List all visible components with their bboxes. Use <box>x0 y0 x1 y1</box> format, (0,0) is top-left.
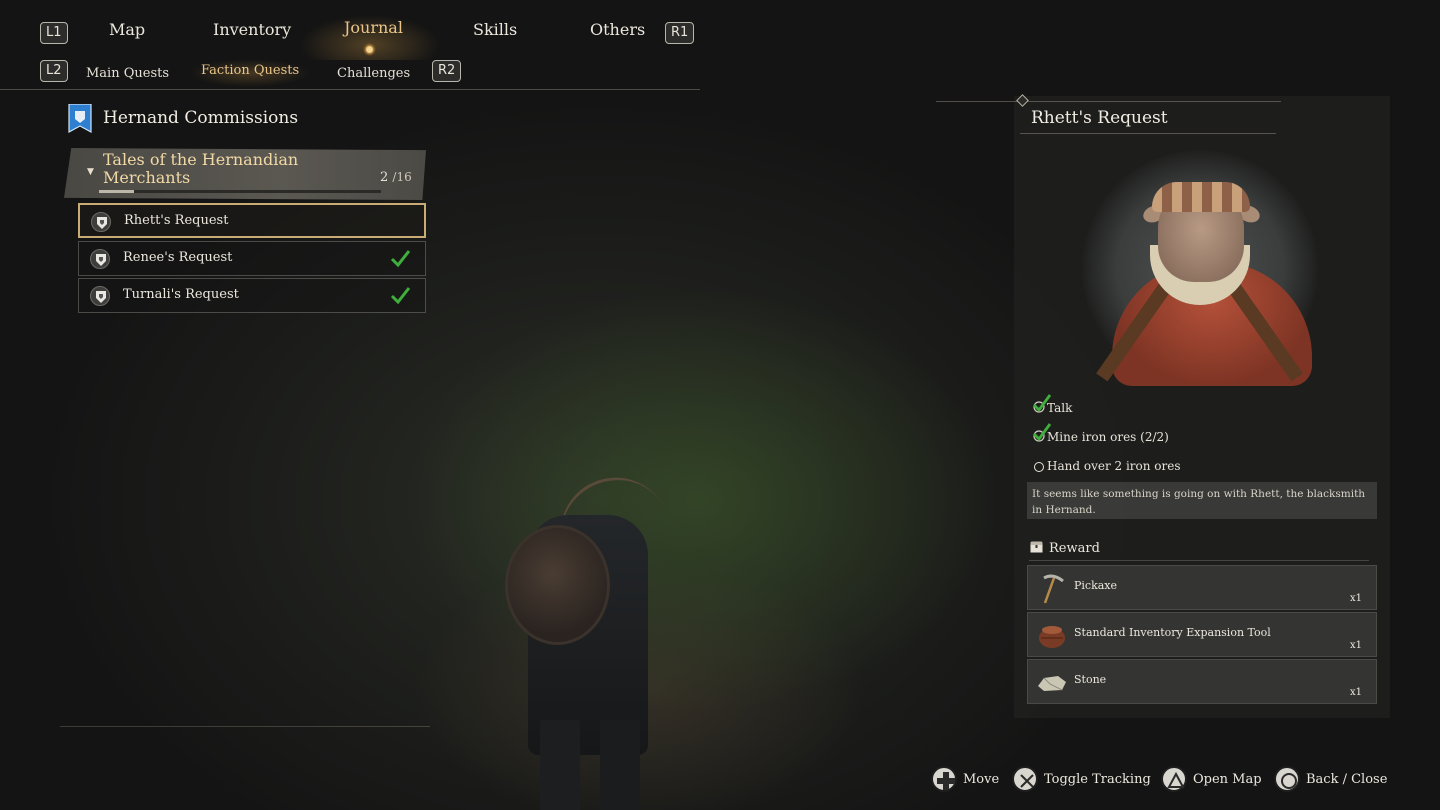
objective-label: Talk <box>1047 401 1073 415</box>
faction-banner-icon <box>68 104 92 134</box>
triangle-button-icon[interactable] <box>1161 766 1187 792</box>
player-shield <box>505 525 610 645</box>
player-leg <box>540 720 580 810</box>
nav-divider <box>0 89 700 90</box>
shield-quest-icon <box>90 286 110 306</box>
player-leg <box>600 720 640 810</box>
tab-inventory[interactable]: Inventory <box>213 20 291 39</box>
npc-portrait-headwrap <box>1152 182 1250 212</box>
reward-quantity: x1 <box>1349 687 1362 698</box>
l2-button[interactable]: L2 <box>40 60 68 82</box>
r2-button[interactable]: R2 <box>432 60 462 82</box>
pickaxe-icon <box>1043 574 1064 604</box>
reward-divider <box>1029 560 1369 561</box>
quest-label: Turnali's Request <box>123 287 239 302</box>
stone-icon <box>1038 676 1066 691</box>
prompt-open-map: Open Map <box>1193 772 1262 787</box>
reward-quantity: x1 <box>1349 640 1362 651</box>
reward-item-pickaxe[interactable]: Pickaxe x1 <box>1027 565 1377 610</box>
shield-quest-icon <box>91 212 111 232</box>
objective-label: Hand over 2 iron ores <box>1047 459 1181 473</box>
reward-item-expansion-tool[interactable]: Standard Inventory Expansion Tool x1 <box>1027 612 1377 657</box>
reward-item-stone[interactable]: Stone x1 <box>1027 659 1377 704</box>
checkmark-icon <box>390 250 411 268</box>
chest-icon <box>1030 541 1043 553</box>
title-underline <box>1020 133 1276 134</box>
subtab-main-quests[interactable]: Main Quests <box>86 66 169 81</box>
objective-label: Mine iron ores (2/2) <box>1047 430 1169 444</box>
r1-button[interactable]: R1 <box>665 22 695 44</box>
detail-top-divider <box>936 101 1281 102</box>
quest-count-total: /16 <box>392 170 412 184</box>
reward-name: Stone <box>1074 673 1107 686</box>
tab-map[interactable]: Map <box>109 20 145 39</box>
quest-group-title: Tales of the Hernandian Merchants <box>103 150 299 187</box>
objective-pending-circle-icon <box>1034 462 1044 472</box>
reward-name: Pickaxe <box>1074 579 1118 592</box>
quest-row-renee[interactable]: Renee's Request <box>78 241 426 276</box>
shield-quest-icon <box>90 249 110 269</box>
prompt-back-close: Back / Close <box>1306 772 1388 787</box>
tab-skills[interactable]: Skills <box>473 20 517 39</box>
dpad-icon[interactable] <box>931 766 957 792</box>
prompt-move: Move <box>963 772 1000 787</box>
quest-row-turnali[interactable]: Turnali's Request <box>78 278 426 313</box>
quest-count-done: 2 <box>380 170 389 185</box>
faction-title: Hernand Commissions <box>103 108 299 128</box>
quest-group-count: 2 /16 <box>380 170 412 185</box>
reward-name: Standard Inventory Expansion Tool <box>1074 626 1271 639</box>
cross-button-icon[interactable] <box>1012 766 1038 792</box>
panel-bottom-divider <box>60 726 430 727</box>
bag-icon <box>1039 626 1065 648</box>
active-tab-indicator <box>363 43 376 56</box>
circle-button-icon[interactable] <box>1274 766 1300 792</box>
quest-label: Renee's Request <box>123 250 233 265</box>
quest-row-rhett[interactable]: Rhett's Request <box>78 203 426 238</box>
subtab-faction-quests[interactable]: Faction Quests <box>201 63 299 78</box>
checkmark-icon <box>390 287 411 305</box>
quest-description: It seems like something is going on with… <box>1032 488 1366 516</box>
collapse-arrow-icon: ▼ <box>87 167 94 177</box>
prompt-toggle-tracking: Toggle Tracking <box>1044 772 1151 787</box>
quest-label: Rhett's Request <box>124 213 229 228</box>
quest-detail-title: Rhett's Request <box>1031 108 1168 128</box>
quest-group-progress <box>99 190 381 193</box>
reward-quantity: x1 <box>1349 593 1362 604</box>
l1-button[interactable]: L1 <box>40 22 68 44</box>
tab-others[interactable]: Others <box>590 20 645 39</box>
quest-group-progress-fill <box>99 190 135 193</box>
subtab-challenges[interactable]: Challenges <box>337 66 410 81</box>
reward-heading: Reward <box>1049 541 1100 556</box>
tab-journal[interactable]: Journal <box>344 18 403 37</box>
